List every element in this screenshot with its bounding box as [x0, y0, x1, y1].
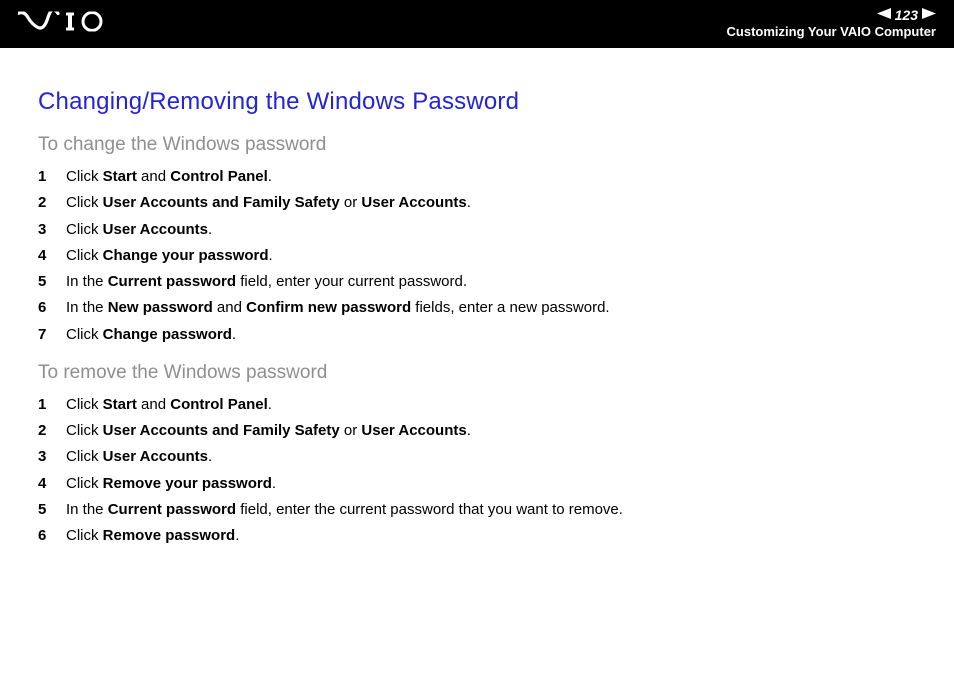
step-text: Click Change your password.: [66, 243, 273, 269]
page-title: Changing/Removing the Windows Password: [38, 88, 916, 116]
step-item: 3Click User Accounts.: [38, 444, 916, 470]
step-number: 2: [38, 190, 66, 216]
step-text: Click User Accounts and Family Safety or…: [66, 190, 471, 216]
vaio-logo: [18, 12, 114, 37]
step-number: 4: [38, 243, 66, 269]
step-text: Click User Accounts.: [66, 444, 212, 470]
step-item: 5In the Current password field, enter yo…: [38, 269, 916, 295]
steps-change: 1Click Start and Control Panel.2Click Us…: [38, 164, 916, 348]
step-number: 4: [38, 471, 66, 497]
section-label: Customizing Your VAIO Computer: [727, 24, 936, 41]
step-text: Click Start and Control Panel.: [66, 164, 272, 190]
step-item: 5In the Current password field, enter th…: [38, 497, 916, 523]
step-text: Click Start and Control Panel.: [66, 392, 272, 418]
step-item: 4Click Change your password.: [38, 243, 916, 269]
step-number: 7: [38, 322, 66, 348]
step-item: 4Click Remove your password.: [38, 471, 916, 497]
step-item: 7Click Change password.: [38, 322, 916, 348]
step-number: 1: [38, 392, 66, 418]
step-number: 3: [38, 444, 66, 470]
step-text: Click Remove password.: [66, 523, 239, 549]
step-text: Click Change password.: [66, 322, 236, 348]
subhead-change: To change the Windows password: [38, 134, 916, 156]
step-number: 5: [38, 497, 66, 523]
step-text: Click User Accounts.: [66, 217, 212, 243]
step-item: 2Click User Accounts and Family Safety o…: [38, 190, 916, 216]
header-bar: 123 Customizing Your VAIO Computer: [0, 0, 954, 48]
step-text: In the New password and Confirm new pass…: [66, 295, 610, 321]
step-item: 6Click Remove password.: [38, 523, 916, 549]
step-number: 1: [38, 164, 66, 190]
steps-remove: 1Click Start and Control Panel.2Click Us…: [38, 392, 916, 550]
step-number: 6: [38, 523, 66, 549]
prev-page-arrow-icon[interactable]: [877, 7, 891, 24]
header-meta: 123 Customizing Your VAIO Computer: [727, 6, 936, 41]
step-item: 3Click User Accounts.: [38, 217, 916, 243]
step-item: 6In the New password and Confirm new pas…: [38, 295, 916, 321]
subhead-remove: To remove the Windows password: [38, 362, 916, 384]
step-item: 2Click User Accounts and Family Safety o…: [38, 418, 916, 444]
step-number: 5: [38, 269, 66, 295]
step-number: 2: [38, 418, 66, 444]
step-text: Click User Accounts and Family Safety or…: [66, 418, 471, 444]
step-text: Click Remove your password.: [66, 471, 276, 497]
step-number: 3: [38, 217, 66, 243]
step-number: 6: [38, 295, 66, 321]
step-item: 1Click Start and Control Panel.: [38, 392, 916, 418]
next-page-arrow-icon[interactable]: [922, 7, 936, 24]
page-nav: 123: [727, 6, 936, 24]
step-text: In the Current password field, enter the…: [66, 497, 623, 523]
step-item: 1Click Start and Control Panel.: [38, 164, 916, 190]
step-text: In the Current password field, enter you…: [66, 269, 467, 295]
page-content: Changing/Removing the Windows Password T…: [0, 48, 954, 549]
page-number: 123: [893, 6, 920, 24]
